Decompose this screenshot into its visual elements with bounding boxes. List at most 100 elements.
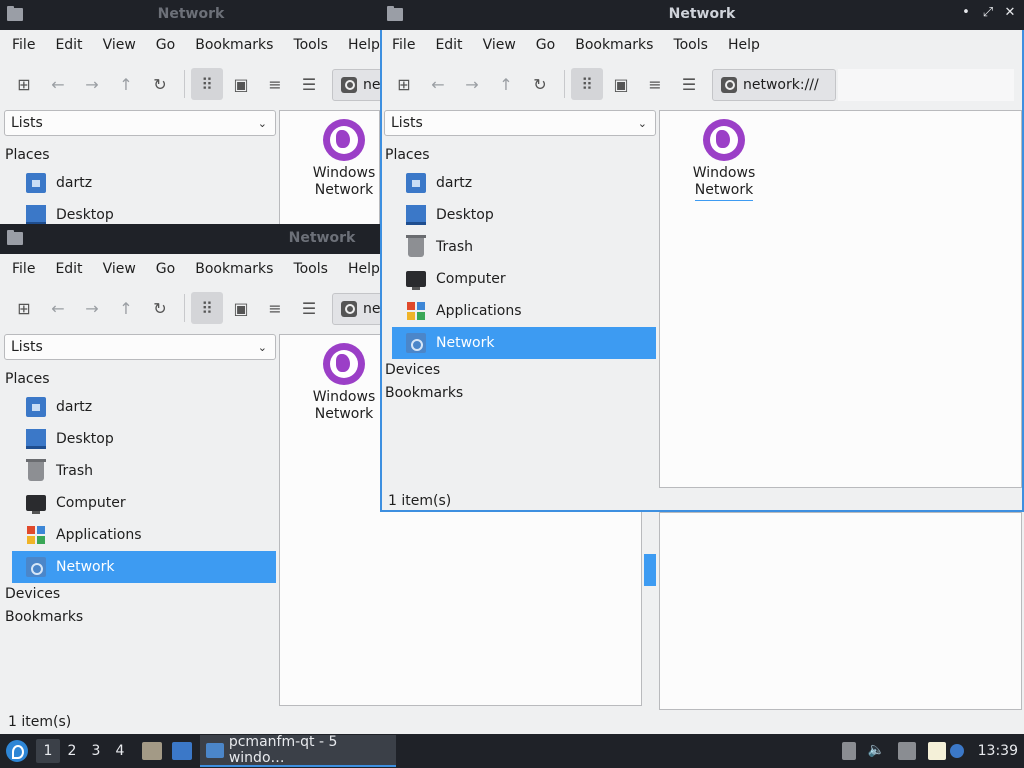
sidebar-item-applications[interactable]: Applications <box>392 295 656 327</box>
minimize-icon[interactable]: • <box>958 5 974 20</box>
thumbnail-view-icon[interactable]: ▣ <box>225 68 257 100</box>
file-item-windows-network[interactable]: Windows Network <box>304 119 382 199</box>
menu-edit[interactable]: Edit <box>45 261 92 277</box>
menu-file[interactable]: File <box>2 37 45 53</box>
file-item-windows-network[interactable]: Windows Network <box>304 343 384 423</box>
menu-bookmarks[interactable]: Bookmarks <box>185 261 283 277</box>
back-arrow-icon[interactable]: ← <box>422 68 454 100</box>
path-button[interactable]: network:/// <box>712 69 836 101</box>
file-view[interactable]: Windows Network <box>279 110 380 224</box>
menu-go[interactable]: Go <box>146 261 185 277</box>
menu-bookmarks[interactable]: Bookmarks <box>185 37 283 53</box>
up-arrow-icon[interactable]: ↑ <box>490 68 522 100</box>
menu-view[interactable]: View <box>93 37 146 53</box>
sidebar-item-trash[interactable]: Trash <box>12 455 276 487</box>
places-header[interactable]: Places <box>2 368 276 391</box>
sidebar-item-computer[interactable]: Computer <box>392 263 656 295</box>
file-manager-window-back-top[interactable]: Network File Edit View Go Bookmarks Tool… <box>0 0 382 224</box>
menu-bookmarks[interactable]: Bookmarks <box>565 37 663 53</box>
file-view[interactable] <box>659 512 1022 710</box>
menu-go[interactable]: Go <box>146 37 185 53</box>
menu-help[interactable]: Help <box>338 37 382 53</box>
file-view[interactable]: Windows Network <box>659 110 1022 488</box>
update-notifier-icon[interactable] <box>949 744 964 758</box>
reload-icon[interactable]: ↻ <box>144 68 176 100</box>
sidebar-item-desktop[interactable]: Desktop <box>12 423 276 455</box>
icon-view-icon[interactable]: ⠿ <box>191 68 223 100</box>
compact-view-icon[interactable]: ≡ <box>259 292 291 324</box>
forward-arrow-icon[interactable]: → <box>76 292 108 324</box>
compact-view-icon[interactable]: ≡ <box>639 68 671 100</box>
detailed-list-icon[interactable]: ☰ <box>293 68 325 100</box>
detailed-list-icon[interactable]: ☰ <box>673 68 705 100</box>
detailed-list-icon[interactable]: ☰ <box>293 292 325 324</box>
new-tab-icon[interactable]: ⊞ <box>388 68 420 100</box>
clock[interactable]: 13:39 <box>978 743 1018 759</box>
forward-arrow-icon[interactable]: → <box>76 68 108 100</box>
menu-edit[interactable]: Edit <box>425 37 472 53</box>
bookmarks-header[interactable]: Bookmarks <box>382 382 656 405</box>
menu-file[interactable]: File <box>382 37 425 53</box>
places-header[interactable]: Places <box>382 144 656 167</box>
new-tab-icon[interactable]: ⊞ <box>8 292 40 324</box>
sidebar-item-desktop[interactable]: Desktop <box>12 199 276 224</box>
show-desktop-icon[interactable] <box>172 742 192 760</box>
title-bar[interactable]: Network • ⤢ ✕ <box>380 0 1024 30</box>
side-pane-mode-select[interactable]: Lists ⌄ <box>384 110 656 136</box>
file-item-windows-network[interactable]: Windows Network <box>684 119 764 201</box>
forward-arrow-icon[interactable]: → <box>456 68 488 100</box>
up-arrow-icon[interactable]: ↑ <box>110 68 142 100</box>
desktop-switch-1[interactable]: 1 <box>36 739 60 763</box>
menu-tools[interactable]: Tools <box>283 37 338 53</box>
menu-edit[interactable]: Edit <box>45 37 92 53</box>
side-pane-mode-select[interactable]: Lists ⌄ <box>4 334 276 360</box>
reload-icon[interactable]: ↻ <box>144 292 176 324</box>
menu-view[interactable]: View <box>473 37 526 53</box>
reload-icon[interactable]: ↻ <box>524 68 556 100</box>
sidebar-item-applications[interactable]: Applications <box>12 519 276 551</box>
file-manager-window-back-right[interactable] <box>644 512 1024 734</box>
sidebar-item-network[interactable]: Network <box>12 551 276 583</box>
path-button[interactable]: ne <box>332 69 382 101</box>
up-arrow-icon[interactable]: ↑ <box>110 292 142 324</box>
close-icon[interactable]: ✕ <box>1002 5 1018 20</box>
devices-header[interactable]: Devices <box>382 359 656 382</box>
icon-view-icon[interactable]: ⠿ <box>571 68 603 100</box>
network-status-icon[interactable] <box>897 742 916 760</box>
menu-tools[interactable]: Tools <box>663 37 718 53</box>
taskbar-task-pcmanfm[interactable]: pcmanfm-qt - 5 windo… <box>200 734 396 767</box>
side-pane-mode-select[interactable]: Lists ⌄ <box>4 110 276 136</box>
menu-file[interactable]: File <box>2 261 45 277</box>
compact-view-icon[interactable]: ≡ <box>259 68 291 100</box>
sidebar-item-dartz[interactable]: dartz <box>392 167 656 199</box>
menu-tools[interactable]: Tools <box>283 261 338 277</box>
desktop-switch-3[interactable]: 3 <box>84 739 108 763</box>
clipboard-icon[interactable] <box>927 742 946 760</box>
devices-header[interactable]: Devices <box>2 583 276 606</box>
volume-icon[interactable]: 🔈 <box>868 742 886 760</box>
sidebar-item-desktop[interactable]: Desktop <box>392 199 656 231</box>
new-tab-icon[interactable]: ⊞ <box>8 68 40 100</box>
menu-go[interactable]: Go <box>526 37 565 53</box>
path-bar-empty-area[interactable] <box>838 69 1014 101</box>
desktop-switch-4[interactable]: 4 <box>108 739 132 763</box>
desktop-switch-2[interactable]: 2 <box>60 739 84 763</box>
maximize-icon[interactable]: ⤢ <box>980 5 996 20</box>
back-arrow-icon[interactable]: ← <box>42 68 74 100</box>
back-arrow-icon[interactable]: ← <box>42 292 74 324</box>
sidebar-item-network[interactable]: Network <box>392 327 656 359</box>
sidebar-item-dartz[interactable]: dartz <box>12 167 276 199</box>
start-menu-icon[interactable] <box>6 740 28 762</box>
eject-icon[interactable] <box>841 742 856 760</box>
icon-view-icon[interactable]: ⠿ <box>191 292 223 324</box>
bookmarks-header[interactable]: Bookmarks <box>2 606 276 629</box>
menu-view[interactable]: View <box>93 261 146 277</box>
file-manager-window-active[interactable]: Network • ⤢ ✕ File Edit View Go Bookmark… <box>380 0 1024 512</box>
thumbnail-view-icon[interactable]: ▣ <box>605 68 637 100</box>
menu-help[interactable]: Help <box>718 37 770 53</box>
thumbnail-view-icon[interactable]: ▣ <box>225 292 257 324</box>
file-manager-launcher-icon[interactable] <box>142 742 162 760</box>
sidebar-item-computer[interactable]: Computer <box>12 487 276 519</box>
title-bar[interactable]: Network <box>0 0 382 30</box>
sidebar-item-trash[interactable]: Trash <box>392 231 656 263</box>
